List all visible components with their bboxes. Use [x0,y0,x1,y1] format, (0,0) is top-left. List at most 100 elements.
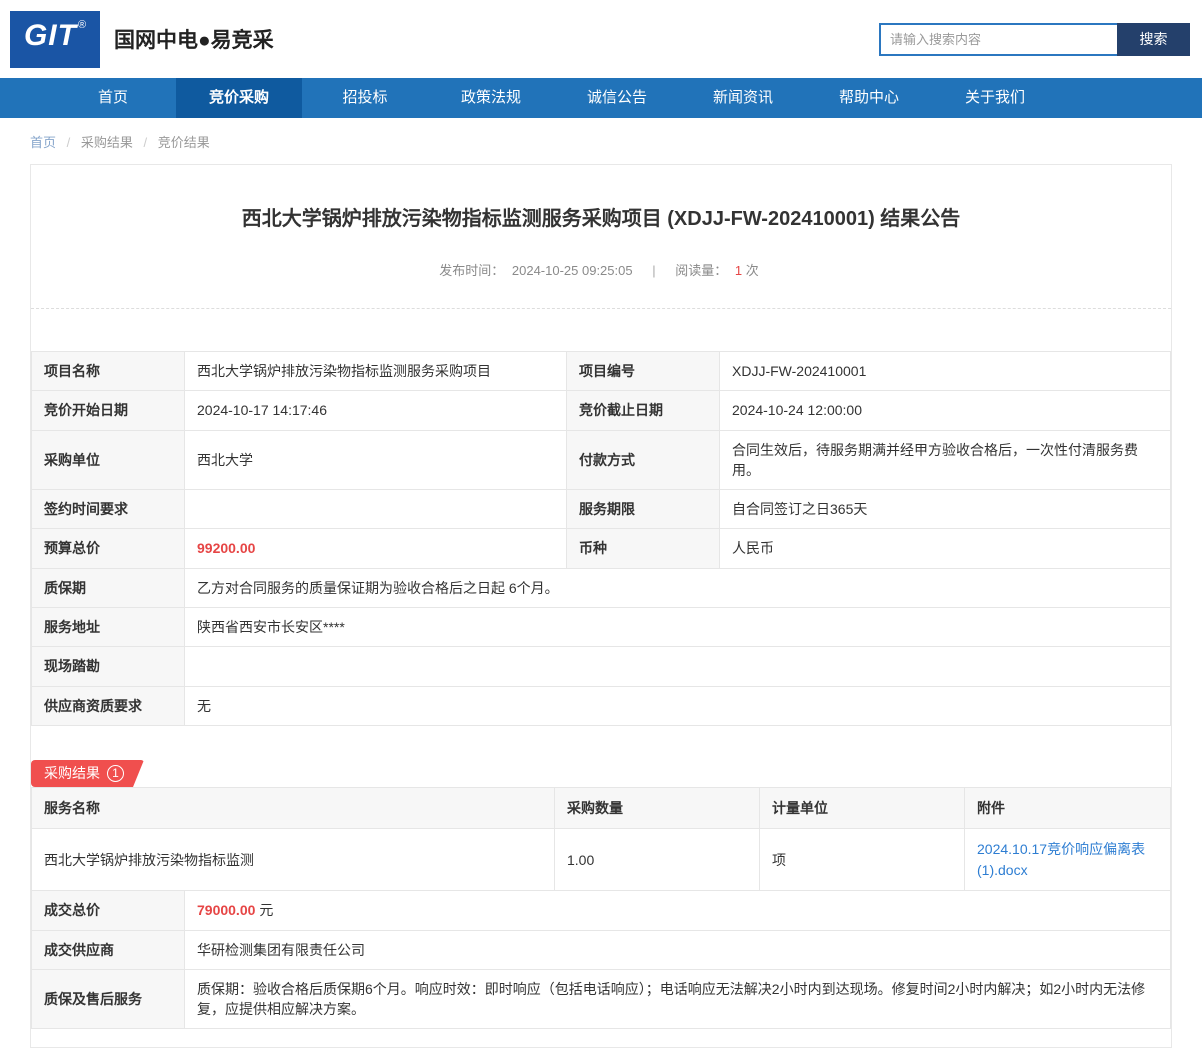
table-row: 现场踏勘 [31,646,1171,687]
badge-count: 1 [107,765,124,782]
deal-total-price: 79000.00 [197,902,256,919]
article-meta: 发布时间： 2024-10-25 09:25:05 | 阅读量： 1 次 [31,233,1171,308]
registered-mark-icon: ® [77,18,87,31]
field-label: 项目名称 [31,350,185,392]
result-badge-row: 采购结果 1 [31,760,1171,787]
field-value: 2024-10-17 14:17:46 [184,390,567,431]
table-row: 供应商资质要求 无 [31,685,1171,726]
column-header: 采购数量 [554,786,760,830]
budget-total-price: 99200.00 [197,540,256,557]
price-unit: 元 [259,902,274,919]
field-value: 陕西省西安市长安区**** [184,607,1171,648]
field-label: 成交供应商 [31,929,185,970]
field-label: 签约时间要求 [31,489,185,530]
table-row: 成交供应商 华研检测集团有限责任公司 [31,929,1171,970]
breadcrumb-separator: / [66,135,71,150]
column-header: 附件 [964,786,1171,830]
site-header: GIT ® 国网中电●易竞采 搜索 [0,0,1202,78]
announcement-title: 西北大学锅炉排放污染物指标监测服务采购项目 (XDJJ-FW-202410001… [241,208,961,230]
read-count-value: 1 [734,263,743,278]
breadcrumb-separator: / [143,135,148,150]
field-value: 无 [184,685,1171,726]
meta-separator: | [652,263,656,278]
table-row: 采购单位 西北大学 付款方式 合同生效后，待服务期满并经甲方验收合格后，一次性付… [31,429,1171,491]
brand-area: GIT ® 国网中电●易竞采 [10,10,274,68]
dashed-divider [31,308,1171,309]
field-label: 服务地址 [31,607,185,648]
search-bar: 搜索 [879,22,1190,56]
table-row: 服务地址 陕西省西安市长安区**** [31,607,1171,648]
table-row: 竞价开始日期 2024-10-17 14:17:46 竞价截止日期 2024-1… [31,390,1171,431]
site-name: 国网中电●易竞采 [114,29,274,52]
logo-text: GIT [23,18,77,52]
field-label: 质保及售后服务 [31,968,185,1030]
field-value: 79000.00 元 [184,890,1171,931]
field-value: 西北大学锅炉排放污染物指标监测服务采购项目 [184,350,567,392]
column-header: 计量单位 [759,786,965,830]
field-value: 99200.00 [184,528,567,569]
publish-time-value: 2024-10-25 09:25:05 [511,263,633,278]
field-label: 币种 [566,528,720,569]
read-count-unit: 次 [745,263,759,278]
unit-cell: 项 [759,828,965,892]
main-nav: 首页 竞价采购 招投标 政策法规 诚信公告 新闻资讯 帮助中心 关于我们 [0,78,1202,118]
nav-item-news[interactable]: 新闻资讯 [680,78,806,118]
breadcrumb-purchase-results[interactable]: 采购结果 [81,135,133,150]
page: GIT ® 国网中电●易竞采 搜索 首页 竞价采购 招投标 政策法规 诚信公告 … [0,0,1202,1049]
attachment-link[interactable]: 2024.10.17竞价响应偏离表(1).docx [977,841,1145,877]
column-header: 服务名称 [31,786,555,830]
field-value: 自合同签订之日365天 [719,489,1171,530]
table-row: 成交总价 79000.00 元 [31,890,1171,931]
nav-item-bidding-purchase[interactable]: 竞价采购 [176,78,302,118]
field-label: 竞价开始日期 [31,390,185,431]
field-label: 预算总价 [31,528,185,569]
field-label: 采购单位 [31,429,185,491]
content-card: 西北大学锅炉排放污染物指标监测服务采购项目 (XDJJ-FW-202410001… [30,164,1172,1049]
nav-item-help-center[interactable]: 帮助中心 [806,78,932,118]
table-header-row: 服务名称 采购数量 计量单位 附件 [31,786,1171,830]
field-label: 项目编号 [566,350,720,392]
quantity-cell: 1.00 [554,828,760,892]
nav-item-integrity-notice[interactable]: 诚信公告 [554,78,680,118]
result-summary-table: 成交总价 79000.00 元 成交供应商 华研检测集团有限责任公司 质保及售后服… [31,890,1171,1030]
field-value: 人民币 [719,528,1171,569]
table-row: 质保期 乙方对合同服务的质量保证期为验收合格后之日起 6个月。 [31,567,1171,609]
nav-item-tender[interactable]: 招投标 [302,78,428,118]
search-button[interactable]: 搜索 [1117,22,1190,56]
field-value [184,646,1171,687]
project-details-table: 项目名称 西北大学锅炉排放污染物指标监测服务采购项目 项目编号 XDJJ-FW-… [31,350,1171,726]
breadcrumb: 首页 / 采购结果 / 竞价结果 [0,118,1202,164]
field-label: 成交总价 [31,890,185,931]
read-count-label: 阅读量： [675,263,728,278]
field-label: 竞价截止日期 [566,390,720,431]
nav-item-home[interactable]: 首页 [50,78,176,118]
service-name-cell: 西北大学锅炉排放污染物指标监测 [31,828,555,892]
breadcrumb-home[interactable]: 首页 [30,135,56,150]
publish-time-label: 发布时间： [439,263,505,278]
field-value [184,489,567,530]
nav-item-about-us[interactable]: 关于我们 [932,78,1058,118]
field-value: 质保期：验收合格后质保期6个月。响应时效：即时响应（包括电话响应）；电话响应无法… [184,968,1171,1030]
field-value: 合同生效后，待服务期满并经甲方验收合格后，一次性付清服务费用。 [719,429,1171,491]
field-value: 华研检测集团有限责任公司 [184,929,1171,970]
field-value: 西北大学 [184,429,567,491]
table-row: 质保及售后服务 质保期：验收合格后质保期6个月。响应时效：即时响应（包括电话响应… [31,968,1171,1030]
field-label: 服务期限 [566,489,720,530]
badge-label: 采购结果 [44,765,100,782]
table-row: 签约时间要求 服务期限 自合同签订之日365天 [31,489,1171,530]
breadcrumb-current: 竞价结果 [157,135,210,150]
result-items-table: 服务名称 采购数量 计量单位 附件 西北大学锅炉排放污染物指标监测 1.00 项… [31,786,1171,892]
table-row: 项目名称 西北大学锅炉排放污染物指标监测服务采购项目 项目编号 XDJJ-FW-… [31,350,1171,392]
purchase-result-badge: 采购结果 1 [31,760,144,787]
field-label: 供应商资质要求 [31,685,185,726]
field-label: 付款方式 [566,429,720,491]
field-value: XDJJ-FW-202410001 [719,350,1171,392]
search-input[interactable] [879,22,1117,56]
site-logo[interactable]: GIT ® [10,10,100,68]
field-label: 质保期 [31,567,185,609]
nav-item-policy[interactable]: 政策法规 [428,78,554,118]
attachment-cell: 2024.10.17竞价响应偏离表(1).docx [964,828,1171,892]
field-value: 乙方对合同服务的质量保证期为验收合格后之日起 6个月。 [184,567,1171,609]
table-row: 西北大学锅炉排放污染物指标监测 1.00 项 2024.10.17竞价响应偏离表… [31,828,1171,892]
table-row: 预算总价 99200.00 币种 人民币 [31,528,1171,569]
